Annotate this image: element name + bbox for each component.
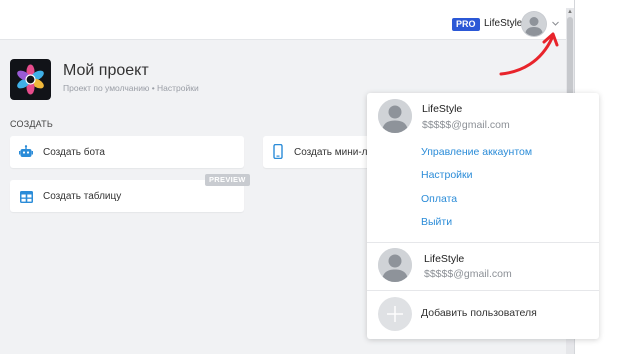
dropdown-divider	[367, 290, 599, 291]
robot-icon	[19, 145, 33, 164]
top-bar: PRO LifeStyle	[0, 0, 574, 40]
project-title: Мой проект	[63, 62, 149, 79]
current-user-name: LifeStyle	[422, 103, 463, 115]
create-bot-label: Создать бота	[43, 147, 105, 158]
create-mini-app-card[interactable]: Создать мини-л	[263, 136, 383, 168]
flower-logo-icon	[17, 64, 44, 95]
project-logo[interactable]	[10, 59, 51, 100]
pro-badge: PRO	[452, 18, 480, 31]
current-user-email: $$$$$@gmail.com	[422, 119, 510, 131]
dropdown-divider	[367, 242, 599, 243]
annotation-arrow-icon	[499, 32, 559, 76]
phone-icon	[273, 143, 283, 164]
other-user-avatar[interactable]	[378, 248, 412, 282]
add-user-button[interactable]	[378, 297, 412, 331]
user-avatar-icon	[378, 99, 412, 133]
settings-link[interactable]: Настройки	[421, 169, 473, 182]
preview-badge: PREVIEW	[205, 174, 250, 186]
billing-link[interactable]: Оплата	[421, 193, 457, 206]
create-mini-app-label: Создать мини-л	[294, 147, 368, 158]
create-bot-card[interactable]: Создать бота	[10, 136, 244, 168]
scroll-up-arrow-icon[interactable]: ▲	[567, 9, 573, 15]
logout-link[interactable]: Выйти	[421, 216, 452, 229]
user-avatar-icon	[378, 248, 412, 282]
manage-account-link[interactable]: Управление аккаунтом	[421, 146, 532, 159]
table-icon	[20, 190, 33, 208]
create-table-label: Создать таблицу	[43, 191, 122, 202]
screenshot-frame: PRO LifeStyle ▲ Мой проект Проект по умо…	[0, 0, 619, 354]
create-section-label: СОЗДАТЬ	[10, 119, 53, 129]
add-user-label[interactable]: Добавить пользователя	[421, 307, 537, 320]
project-breadcrumb[interactable]: Проект по умолчанию • Настройки	[63, 83, 199, 94]
other-user-name[interactable]: LifeStyle	[424, 253, 464, 266]
other-user-email[interactable]: $$$$$@gmail.com	[424, 268, 512, 281]
plus-icon	[387, 306, 403, 322]
chevron-down-icon[interactable]	[551, 19, 560, 28]
current-user-avatar	[378, 99, 412, 133]
